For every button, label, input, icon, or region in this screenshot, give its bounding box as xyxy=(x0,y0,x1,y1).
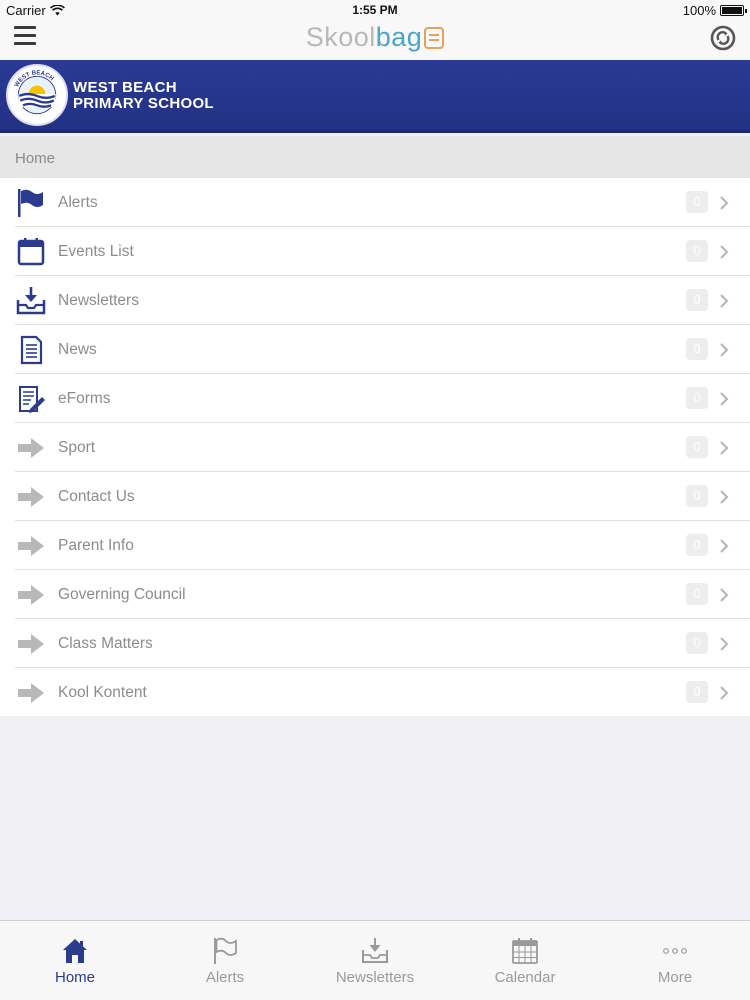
menu-item-sport[interactable]: Sport 0 xyxy=(0,423,750,472)
menu-item-label: Events List xyxy=(58,243,134,260)
sync-icon[interactable] xyxy=(710,25,736,51)
menu-item-contact-us[interactable]: Contact Us 0 xyxy=(0,472,750,521)
school-crest-logo: WEST BEACH xyxy=(6,64,68,126)
battery-icon xyxy=(720,5,747,16)
arrow-right-icon xyxy=(18,487,44,507)
tab-alerts[interactable]: Alerts xyxy=(150,921,300,1000)
flag-icon xyxy=(214,937,237,964)
menu-item-eforms[interactable]: eForms 0 xyxy=(0,374,750,423)
chevron-right-icon xyxy=(720,392,729,406)
chevron-right-icon xyxy=(720,686,729,700)
nav-bar: Skoolbag xyxy=(0,20,750,60)
logo-text-bag: bag xyxy=(375,22,423,52)
menu-item-label: Alerts xyxy=(58,194,98,211)
arrow-right-icon xyxy=(18,585,44,605)
menu-item-label: Kool Kontent xyxy=(58,684,147,701)
arrow-right-icon xyxy=(18,683,44,703)
arrow-right-icon xyxy=(18,634,44,654)
tab-label: More xyxy=(657,969,693,986)
chevron-right-icon xyxy=(720,196,729,210)
school-name-line2: PRIMARY SCHOOL xyxy=(73,95,214,112)
menu-item-events-list[interactable]: Events List 0 xyxy=(0,227,750,276)
count-badge: 0 xyxy=(686,240,708,262)
chevron-right-icon xyxy=(720,490,729,504)
battery-percent: 100% xyxy=(682,3,716,18)
clock: 1:55 PM xyxy=(352,3,398,17)
tab-label: Newsletters xyxy=(335,969,415,986)
school-banner: WEST BEACH WEST BEACH PRIMARY SCHOOL xyxy=(0,60,750,133)
tab-label: Calendar xyxy=(494,969,556,986)
chevron-right-icon xyxy=(720,441,729,455)
flag-icon xyxy=(18,189,43,217)
count-badge: 0 xyxy=(686,681,708,703)
status-bar: Carrier 1:55 PM 100% xyxy=(0,0,750,20)
tab-label: Alerts xyxy=(205,969,245,986)
inbox-download-icon xyxy=(16,287,46,315)
tab-label: Home xyxy=(54,969,95,986)
menu-item-label: News xyxy=(58,341,97,358)
count-badge: 0 xyxy=(686,289,708,311)
breadcrumb: Home xyxy=(0,136,750,178)
arrow-right-icon xyxy=(18,536,44,556)
inbox-download-icon xyxy=(362,938,388,963)
count-badge: 0 xyxy=(686,534,708,556)
school-name-line1: WEST BEACH xyxy=(73,79,177,96)
menu-item-governing-council[interactable]: Governing Council 0 xyxy=(0,570,750,619)
chevron-right-icon xyxy=(720,539,729,553)
calendar-grid-icon xyxy=(512,938,538,964)
tab-bar: Home Alerts Newsletters Calendar More xyxy=(0,920,750,1000)
tab-calendar[interactable]: Calendar xyxy=(450,921,600,1000)
home-icon xyxy=(63,939,87,963)
menu-item-newsletters[interactable]: Newsletters 0 xyxy=(0,276,750,325)
battery-indicator: 100% xyxy=(682,3,747,18)
school-name: WEST BEACH PRIMARY SCHOOL xyxy=(73,80,214,112)
menu-item-news[interactable]: News 0 xyxy=(0,325,750,374)
menu-list: Alerts 0 Events List 0 Newsletters 0 New… xyxy=(0,178,750,716)
chevron-right-icon xyxy=(720,637,729,651)
count-badge: 0 xyxy=(686,338,708,360)
menu-item-label: Class Matters xyxy=(58,635,153,652)
logo-text-skool: Skool xyxy=(305,22,376,52)
menu-item-label: Newsletters xyxy=(58,292,139,309)
count-badge: 0 xyxy=(686,583,708,605)
menu-item-kool-kontent[interactable]: Kool Kontent 0 xyxy=(0,668,750,717)
chevron-right-icon xyxy=(720,294,729,308)
arrow-right-icon xyxy=(18,438,44,458)
chevron-right-icon xyxy=(720,588,729,602)
menu-item-label: Governing Council xyxy=(58,586,186,603)
chevron-right-icon xyxy=(720,343,729,357)
count-badge: 0 xyxy=(686,387,708,409)
menu-item-label: eForms xyxy=(58,390,111,407)
count-badge: 0 xyxy=(686,632,708,654)
document-icon xyxy=(20,335,43,365)
tab-newsletters[interactable]: Newsletters xyxy=(300,921,450,1000)
calendar-icon xyxy=(17,238,45,266)
count-badge: 0 xyxy=(686,485,708,507)
count-badge: 0 xyxy=(686,436,708,458)
menu-item-parent-info[interactable]: Parent Info 0 xyxy=(0,521,750,570)
more-dots-icon xyxy=(663,948,687,954)
chevron-right-icon xyxy=(720,245,729,259)
count-badge: 0 xyxy=(686,191,708,213)
app-logo: Skoolbag xyxy=(0,22,750,53)
menu-item-label: Contact Us xyxy=(58,488,135,505)
menu-item-class-matters[interactable]: Class Matters 0 xyxy=(0,619,750,668)
backpack-icon xyxy=(424,27,445,49)
form-edit-icon xyxy=(19,386,45,413)
menu-item-label: Parent Info xyxy=(58,537,134,554)
menu-item-label: Sport xyxy=(58,439,96,456)
menu-item-alerts[interactable]: Alerts 0 xyxy=(0,178,750,227)
tab-more[interactable]: More xyxy=(600,921,750,1000)
tab-home[interactable]: Home xyxy=(0,921,150,1000)
